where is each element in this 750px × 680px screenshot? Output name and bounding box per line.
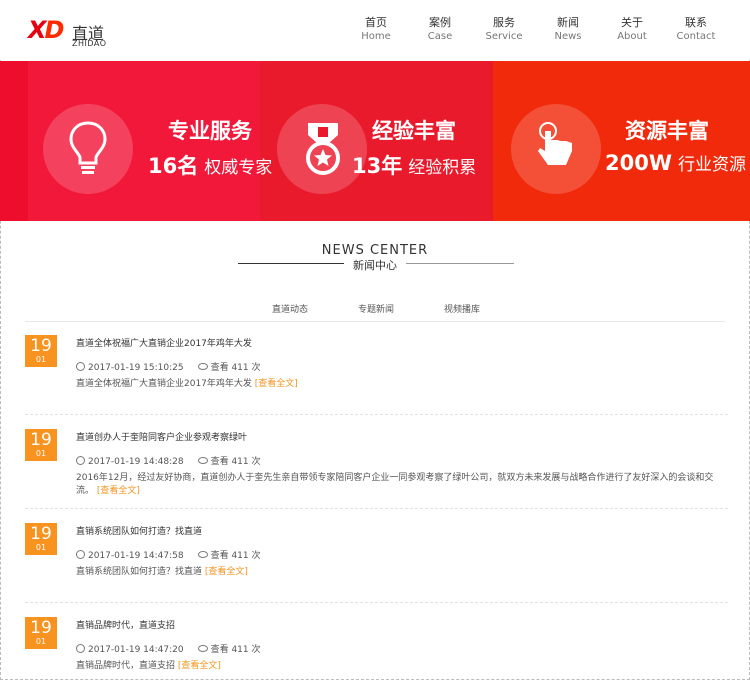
read-more-link[interactable]: [查看全文]	[178, 661, 221, 671]
date-badge: 19 01	[25, 429, 57, 461]
nav-label-en: Service	[485, 31, 523, 42]
news-meta: 2017-01-19 14:47:58 查看 411 次	[76, 548, 261, 561]
clock-icon	[76, 550, 85, 559]
eye-icon	[197, 645, 208, 652]
news-views: 查看 411 次	[210, 457, 261, 467]
news-views: 查看 411 次	[210, 551, 261, 561]
banner-stripe	[0, 61, 28, 221]
news-title-link[interactable]: 直道创办人于奎陪同客户企业参观考察绿叶	[76, 430, 247, 443]
hand-pointer-icon	[538, 122, 572, 165]
news-summary-text: 直道全体祝福广大直销企业2017年鸡年大发	[76, 379, 252, 389]
clock-icon	[76, 362, 85, 371]
news-divider	[25, 602, 728, 603]
eye-icon	[197, 363, 208, 370]
nav-label-cn: 新闻	[557, 16, 579, 29]
read-more-link[interactable]: [查看全文]	[255, 379, 298, 389]
nav-label-en: Case	[427, 31, 453, 42]
feature-stat: 13年 经验积累	[352, 150, 476, 180]
read-more-link[interactable]: [查看全文]	[205, 567, 248, 577]
tabs-divider	[25, 321, 725, 322]
news-summary: 直道全体祝福广大直销企业2017年鸡年大发 [查看全文]	[76, 378, 728, 391]
site-logo[interactable]: XD 直道 ZHIDAO	[28, 16, 108, 48]
tab-video-news[interactable]: 视频播库	[444, 302, 480, 315]
date-badge: 19 01	[25, 523, 57, 555]
news-title-link[interactable]: 直销品牌时代，直道支招	[76, 618, 175, 631]
feature-stat: 16名 权威专家	[148, 150, 272, 180]
news-summary-text: 直销系统团队如何打造？找直道	[76, 567, 203, 577]
feature-stat-number: 200W	[605, 151, 672, 175]
news-meta: 2017-01-19 15:10:25 查看 411 次	[76, 360, 261, 373]
date-month: 01	[35, 355, 47, 364]
nav-label-cn: 服务	[493, 16, 515, 29]
date-day: 19	[30, 618, 52, 638]
nav-label-cn: 首页	[365, 16, 387, 29]
feature-stat-number: 16名	[148, 154, 199, 178]
clock-icon	[76, 644, 85, 653]
news-time: 2017-01-19 14:48:28	[88, 457, 184, 467]
nav-label-cn: 联系	[685, 16, 707, 29]
news-divider	[25, 414, 728, 415]
news-title-link[interactable]: 直销系统团队如何打造？找直道	[76, 524, 202, 537]
news-views: 查看 411 次	[210, 645, 261, 655]
date-month: 01	[35, 637, 47, 646]
date-badge: 19 01	[25, 335, 57, 367]
news-center-title-cn: 新闻中心	[353, 259, 397, 272]
nav-label-en: Contact	[676, 31, 716, 42]
nav-label-en: About	[617, 31, 647, 42]
clock-icon	[76, 456, 85, 465]
logo-name-en: ZHIDAO	[72, 39, 107, 48]
date-day: 19	[30, 336, 52, 356]
site-header: XD 直道 ZHIDAO 首页 Home 案例 Case 服务 Service …	[0, 0, 750, 60]
logo-mark-icon: XD	[28, 16, 64, 44]
read-more-link[interactable]: [查看全文]	[97, 486, 140, 496]
nav-item-news[interactable]: 新闻 News	[537, 16, 599, 43]
news-time: 2017-01-19 15:10:25	[88, 363, 184, 373]
feature-stat-text: 经验积累	[408, 158, 477, 178]
feature-title: 专业服务	[168, 119, 252, 143]
tab-zhidao-news[interactable]: 直道动态	[272, 302, 308, 315]
news-views: 查看 411 次	[210, 363, 261, 373]
nav-label-en: News	[554, 31, 582, 42]
news-summary: 直销系统团队如何打造？找直道 [查看全文]	[76, 566, 728, 579]
lightbulb-icon	[69, 121, 107, 174]
news-time: 2017-01-19 14:47:20	[88, 645, 184, 655]
news-time: 2017-01-19 14:47:58	[88, 551, 184, 561]
tab-topic-news[interactable]: 专题新闻	[358, 302, 394, 315]
feature-banner: 专业服务 16名 权威专家 经验丰富 13年 经验积累 资源丰富 200W 行业资源	[0, 61, 750, 221]
date-month: 01	[35, 543, 47, 552]
news-tabs: 直道动态 专题新闻 视频播库	[0, 302, 750, 318]
eye-icon	[197, 457, 208, 464]
feature-title: 资源丰富	[625, 119, 709, 143]
news-summary: 直销品牌时代，直道支招 [查看全文]	[76, 660, 728, 673]
nav-item-case[interactable]: 案例 Case	[409, 16, 471, 43]
feature-stat-text: 行业资源	[678, 155, 746, 175]
news-meta: 2017-01-19 14:48:28 查看 411 次	[76, 454, 261, 467]
feature-stat-number: 13年	[352, 154, 403, 178]
date-day: 19	[30, 430, 52, 450]
date-month: 01	[35, 449, 47, 458]
nav-item-service[interactable]: 服务 Service	[473, 16, 535, 43]
nav-item-home[interactable]: 首页 Home	[345, 16, 407, 43]
nav-label-cn: 关于	[621, 16, 643, 29]
medal-icon	[306, 123, 340, 175]
eye-icon	[197, 551, 208, 558]
nav-label-en: Home	[361, 31, 391, 42]
news-summary: 2016年12月，经过友好协商，直道创办人于奎先生亲自带领专家陪同客户企业一同参…	[76, 472, 728, 498]
news-meta: 2017-01-19 14:47:20 查看 411 次	[76, 642, 261, 655]
feature-stat: 200W 行业资源	[605, 150, 746, 175]
feature-title: 经验丰富	[372, 119, 456, 143]
news-summary-text: 2016年12月，经过友好协商，直道创办人于奎先生亲自带领专家陪同客户企业一同参…	[76, 473, 714, 496]
news-title-link[interactable]: 直道全体祝福广大直销企业2017年鸡年大发	[76, 336, 252, 349]
news-center-heading: NEWS CENTER 新闻中心	[0, 243, 750, 273]
nav-label-cn: 案例	[429, 16, 451, 29]
nav-item-about[interactable]: 关于 About	[601, 16, 663, 43]
date-badge: 19 01	[25, 617, 57, 649]
news-center-title-en: NEWS CENTER	[321, 243, 429, 258]
nav-item-contact[interactable]: 联系 Contact	[665, 16, 727, 43]
date-day: 19	[30, 524, 52, 544]
news-divider	[25, 508, 728, 509]
feature-stat-text: 权威专家	[204, 158, 273, 178]
news-summary-text: 直销品牌时代，直道支招	[76, 661, 176, 671]
